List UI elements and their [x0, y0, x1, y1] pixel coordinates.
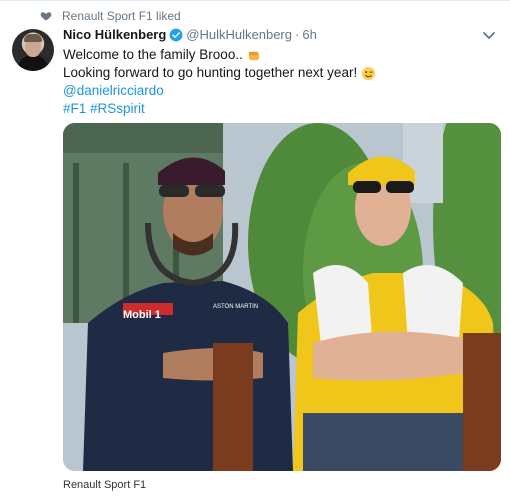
- mention-link[interactable]: @danielricciardo: [63, 82, 164, 100]
- shirt-brand-text: ASTON MARTIN: [213, 304, 258, 310]
- author-handle[interactable]: @HulkHulkenberg: [186, 27, 292, 42]
- heart-icon: [40, 12, 52, 21]
- shirt-sponsor-text: Mobil 1: [123, 309, 161, 321]
- fist-bump-emoji-icon: [248, 51, 260, 60]
- tweet-photo[interactable]: Mobil 1 ASTON MARTIN: [63, 123, 501, 471]
- avatar[interactable]: [12, 29, 54, 71]
- header-separator: ·: [295, 27, 300, 42]
- verified-badge-icon: [169, 28, 183, 41]
- author-name[interactable]: Nico Hülkenberg: [63, 27, 166, 42]
- footer-label[interactable]: Renault Sport F1: [63, 479, 146, 491]
- tweet-header: Nico Hülkenberg @HulkHulkenberg · 6h: [63, 27, 317, 42]
- tweet-timestamp[interactable]: 6h: [302, 27, 316, 42]
- photo-illustration: Mobil 1 ASTON MARTIN: [63, 123, 501, 471]
- tweet-line-1: Welcome to the family Brooo..: [63, 47, 243, 62]
- social-context: Renault Sport F1 liked: [40, 9, 181, 23]
- social-context-label[interactable]: Renault Sport F1 liked: [62, 9, 181, 23]
- hashtag-links[interactable]: #F1 #RSspirit: [63, 100, 145, 118]
- tweet-text: Welcome to the family Brooo.. Looking fo…: [63, 46, 483, 118]
- tweet-line-2: Looking forward to go hunting together n…: [63, 65, 358, 80]
- winking-face-emoji-icon: [362, 66, 376, 80]
- tweet-card[interactable]: Renault Sport F1 liked Nico Hülkenberg @…: [0, 0, 510, 497]
- chevron-down-icon[interactable]: [482, 31, 496, 41]
